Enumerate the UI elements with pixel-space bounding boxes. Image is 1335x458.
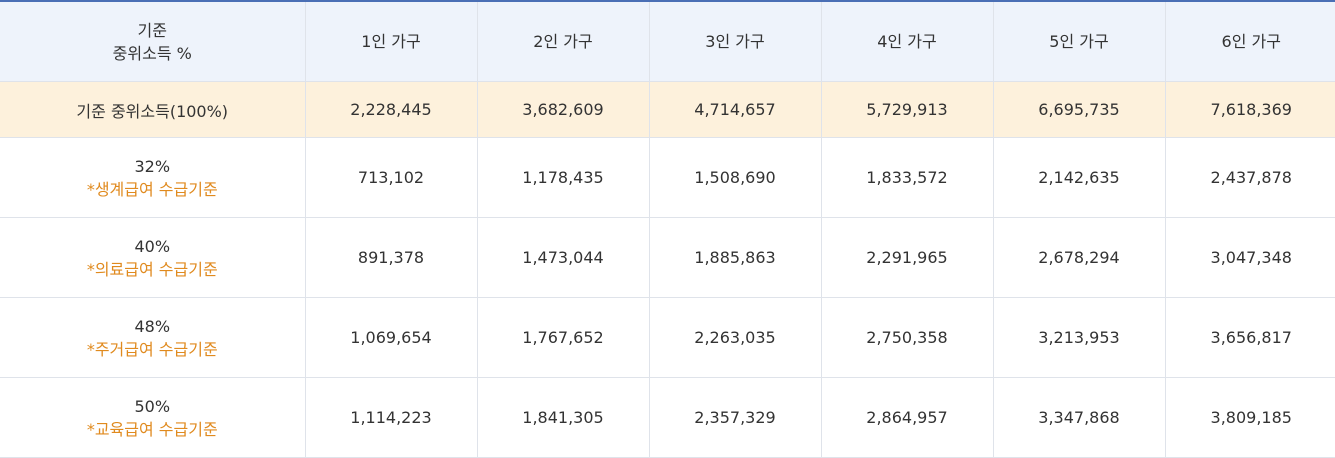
row-note: *주거급여 수급기준 xyxy=(86,339,218,359)
row-percent: 32% xyxy=(134,156,171,176)
table-cell: 3,656,817 xyxy=(1164,297,1335,378)
row-label: 40% *의료급여 수급기준 xyxy=(0,217,305,298)
table-cell: 3,347,868 xyxy=(992,377,1165,458)
table-cell: 3,682,609 xyxy=(476,81,649,138)
table-row: 50% *교육급여 수급기준 1,114,223 1,841,305 2,357… xyxy=(0,377,1335,458)
base-income-row: 기준 중위소득(100%) 2,228,445 3,682,609 4,714,… xyxy=(0,81,1335,138)
row-label: 50% *교육급여 수급기준 xyxy=(0,377,305,458)
table-cell: 891,378 xyxy=(304,217,477,298)
header-row: 기준 중위소득 % 1인 가구 2인 가구 3인 가구 4인 가구 5인 가구 … xyxy=(0,1,1335,82)
row-percent: 50% xyxy=(134,396,171,416)
row-label: 48% *주거급여 수급기준 xyxy=(0,297,305,378)
header-col-3: 3인 가구 xyxy=(648,1,821,82)
table-row: 32% *생계급여 수급기준 713,102 1,178,435 1,508,6… xyxy=(0,137,1335,218)
table-cell: 1,114,223 xyxy=(304,377,477,458)
table-cell: 1,508,690 xyxy=(648,137,821,218)
table-row: 40% *의료급여 수급기준 891,378 1,473,044 1,885,8… xyxy=(0,217,1335,298)
table-cell: 1,841,305 xyxy=(476,377,649,458)
table-cell: 4,714,657 xyxy=(648,81,821,138)
header-col-5: 5인 가구 xyxy=(992,1,1165,82)
table-cell: 2,678,294 xyxy=(992,217,1165,298)
row-note: *생계급여 수급기준 xyxy=(86,179,218,199)
table-cell: 3,213,953 xyxy=(992,297,1165,378)
header-col-6: 6인 가구 xyxy=(1164,1,1335,82)
table-cell: 713,102 xyxy=(304,137,477,218)
table-cell: 1,767,652 xyxy=(476,297,649,378)
header-col-4: 4인 가구 xyxy=(820,1,993,82)
row-percent: 48% xyxy=(134,316,171,336)
table-cell: 2,263,035 xyxy=(648,297,821,378)
header-corner-cell: 기준 중위소득 % xyxy=(0,1,305,82)
table-cell: 2,291,965 xyxy=(820,217,993,298)
table-cell: 6,695,735 xyxy=(992,81,1165,138)
table-cell: 5,729,913 xyxy=(820,81,993,138)
table-cell: 2,357,329 xyxy=(648,377,821,458)
table-cell: 1,833,572 xyxy=(820,137,993,218)
table-cell: 7,618,369 xyxy=(1164,81,1335,138)
header-corner-line2: 중위소득 % xyxy=(112,43,192,63)
header-col-2: 2인 가구 xyxy=(476,1,649,82)
row-label: 32% *생계급여 수급기준 xyxy=(0,137,305,218)
row-percent: 40% xyxy=(134,236,171,256)
table-cell: 1,885,863 xyxy=(648,217,821,298)
row-note: *의료급여 수급기준 xyxy=(86,259,218,279)
row-note: *교육급여 수급기준 xyxy=(86,419,218,439)
table-cell: 1,473,044 xyxy=(476,217,649,298)
table-cell: 2,864,957 xyxy=(820,377,993,458)
header-col-1: 1인 가구 xyxy=(304,1,477,82)
row-label: 기준 중위소득(100%) xyxy=(0,81,305,138)
table-cell: 2,142,635 xyxy=(992,137,1165,218)
header-corner-line1: 기준 xyxy=(137,20,167,40)
table-cell: 2,437,878 xyxy=(1164,137,1335,218)
table-cell: 1,069,654 xyxy=(304,297,477,378)
median-income-table: 기준 중위소득 % 1인 가구 2인 가구 3인 가구 4인 가구 5인 가구 … xyxy=(0,0,1335,458)
table-cell: 2,750,358 xyxy=(820,297,993,378)
table-cell: 3,047,348 xyxy=(1164,217,1335,298)
table-cell: 1,178,435 xyxy=(476,137,649,218)
table-row: 48% *주거급여 수급기준 1,069,654 1,767,652 2,263… xyxy=(0,297,1335,378)
table-cell: 3,809,185 xyxy=(1164,377,1335,458)
table-cell: 2,228,445 xyxy=(304,81,477,138)
